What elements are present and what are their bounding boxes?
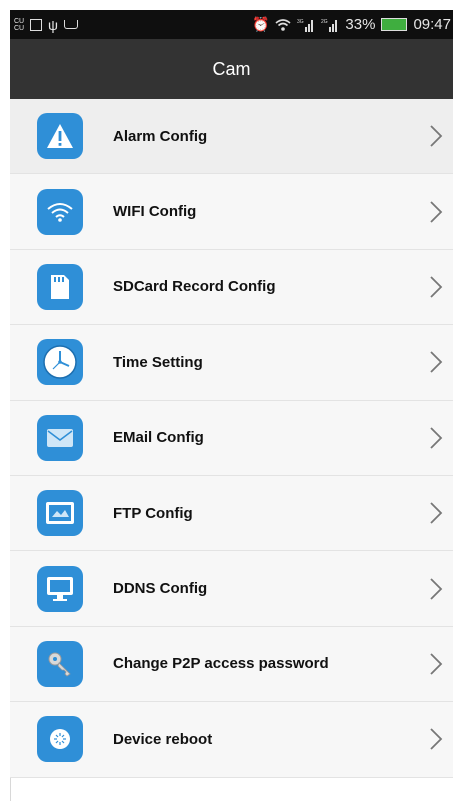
ftp-icon: [37, 490, 83, 537]
key-icon: [37, 640, 83, 687]
menu-item-ftp-config[interactable]: FTP Config: [10, 475, 453, 552]
chevron-right-icon: [429, 577, 443, 601]
chevron-right-icon: [429, 200, 443, 224]
notification-tray-icon: [63, 20, 78, 29]
chevron-right-icon: [429, 727, 443, 751]
battery-percent: 33%: [345, 16, 376, 33]
reboot-icon: [37, 716, 83, 763]
status-bar-right: ⏰ 3G 2G 33% 09:47: [252, 16, 451, 33]
battery-icon: [381, 18, 408, 31]
net-label-1: 3G: [297, 19, 304, 25]
chevron-right-icon: [429, 426, 443, 450]
menu-item-label: DDNS Config: [113, 580, 208, 598]
signal-3g-icon: 3G: [297, 18, 315, 32]
menu-item-email-config[interactable]: EMail Config: [10, 400, 453, 476]
status-bar-left: CU CU ψ: [14, 17, 78, 33]
carrier-label: CU CU: [14, 17, 25, 32]
chevron-right-icon: [429, 350, 443, 374]
chevron-right-icon: [429, 652, 443, 676]
title-bar: Cam: [10, 39, 453, 99]
menu-item-label: SDCard Record Config: [113, 278, 276, 296]
page-title: Cam: [212, 58, 251, 79]
menu-item-label: Device reboot: [113, 730, 213, 748]
sdcard-icon: [37, 263, 83, 310]
menu-item-sdcard-record-config[interactable]: SDCard Record Config: [10, 249, 453, 326]
chevron-right-icon: [429, 501, 443, 525]
menu-item-change-p2p-password[interactable]: Change P2P access password: [10, 626, 453, 703]
menu-item-label: FTP Config: [113, 504, 193, 522]
menu-item-label: EMail Config: [113, 429, 204, 447]
menu-item-time-setting[interactable]: Time Setting: [10, 325, 453, 401]
menu-item-alarm-config[interactable]: Alarm Config: [10, 99, 453, 175]
menu-item-device-reboot[interactable]: Device reboot: [10, 702, 453, 778]
chevron-right-icon: [429, 275, 443, 299]
wifi-status-icon: [275, 18, 291, 32]
menu-item-wifi-config[interactable]: WIFI Config: [10, 174, 453, 250]
net-label-2: 2G: [321, 19, 328, 25]
menu-item-ddns-config[interactable]: DDNS Config: [10, 551, 453, 627]
status-bar: CU CU ψ ⏰ 3G 2G 33% 09:47: [10, 10, 453, 39]
wifi-icon: [37, 188, 83, 235]
menu-item-label: Time Setting: [113, 353, 203, 371]
alarm-clock-icon: ⏰: [251, 16, 270, 32]
clock-time: 09:47: [413, 16, 451, 33]
clock-icon: [37, 339, 83, 386]
signal-2g-icon: 2G: [321, 18, 339, 32]
menu-item-label: WIFI Config: [113, 203, 197, 221]
screenshot-icon: [30, 18, 42, 31]
menu-item-label: Change P2P access password: [113, 655, 329, 673]
menu-item-label: Alarm Config: [113, 127, 208, 145]
chevron-right-icon: [429, 124, 443, 148]
usb-icon: ψ: [48, 16, 58, 33]
settings-list: Alarm Config WIFI Config SDCard Record C…: [10, 99, 453, 778]
alarm-warning-icon: [37, 113, 83, 160]
email-icon: [37, 414, 83, 461]
monitor-icon: [37, 565, 83, 612]
